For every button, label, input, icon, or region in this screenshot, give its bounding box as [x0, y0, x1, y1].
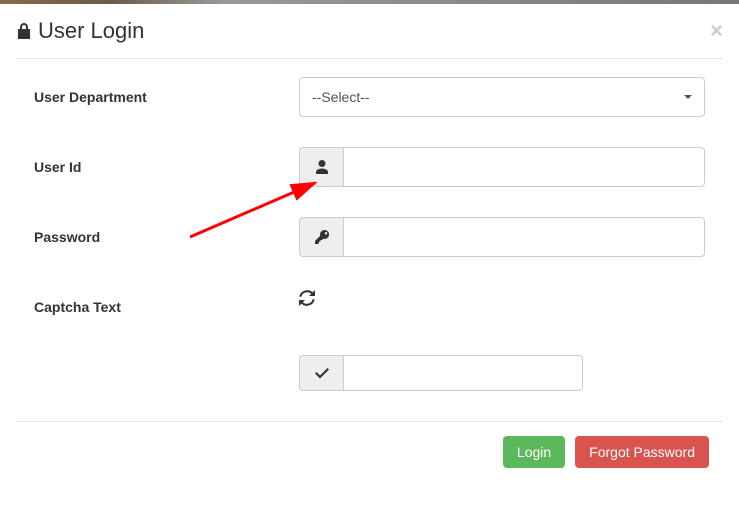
modal-header: User Login × — [16, 18, 723, 59]
login-form: User Department --Select-- User Id Passw… — [16, 77, 723, 391]
modal-footer: Login Forgot Password — [16, 421, 723, 468]
password-input-group — [299, 217, 705, 257]
captcha-refresh-col — [299, 287, 705, 315]
user-icon — [299, 147, 343, 187]
login-button[interactable]: Login — [503, 436, 565, 468]
userid-control — [299, 147, 705, 187]
password-label: Password — [34, 217, 299, 257]
department-select[interactable]: --Select-- — [299, 77, 705, 117]
captcha-label: Captcha Text — [34, 287, 299, 315]
captcha-label-row: Captcha Text — [34, 287, 705, 315]
captcha-input-row — [34, 355, 705, 391]
captcha-empty-label — [34, 355, 299, 391]
userid-label: User Id — [34, 147, 299, 187]
captcha-input-col — [299, 355, 705, 391]
userid-input[interactable] — [343, 147, 705, 187]
userid-input-group — [299, 147, 705, 187]
userid-row: User Id — [34, 147, 705, 187]
close-icon[interactable]: × — [710, 20, 723, 42]
modal-title-text: User Login — [38, 18, 144, 44]
refresh-icon[interactable] — [299, 287, 315, 306]
login-modal: User Login × User Department --Select-- … — [0, 4, 739, 484]
password-input[interactable] — [343, 217, 705, 257]
password-control — [299, 217, 705, 257]
captcha-input-group — [299, 355, 705, 391]
modal-title: User Login — [16, 18, 144, 44]
department-row: User Department --Select-- — [34, 77, 705, 117]
department-label: User Department — [34, 77, 299, 117]
department-control: --Select-- — [299, 77, 705, 117]
password-row: Password — [34, 217, 705, 257]
captcha-input[interactable] — [343, 355, 583, 391]
key-icon — [299, 217, 343, 257]
lock-icon — [16, 22, 32, 40]
forgot-password-button[interactable]: Forgot Password — [575, 436, 709, 468]
check-icon — [299, 355, 343, 391]
